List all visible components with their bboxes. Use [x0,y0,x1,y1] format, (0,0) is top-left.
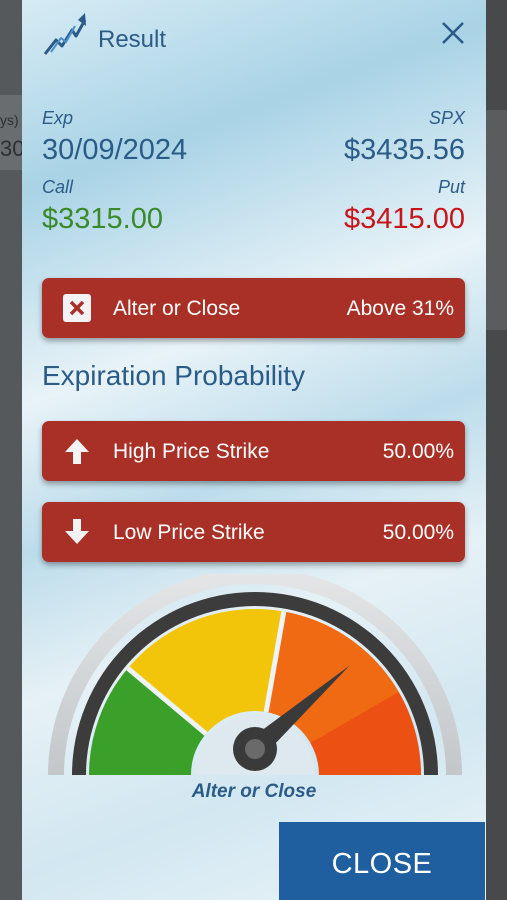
exp-label: Exp [42,108,74,128]
low-price-strike-button[interactable]: Low Price Strike 50.00% [42,502,465,562]
result-dialog: Result Exp 30/09/2024 SPX $3435.56 Call … [22,0,486,900]
gauge-needle-cap [245,739,265,759]
close-button[interactable]: CLOSE [279,822,485,900]
alter-or-close-button[interactable]: Alter or Close Above 31% [42,278,465,338]
background-panel [486,110,507,330]
call-label: Call [42,177,74,197]
x-box-icon [63,294,91,322]
arrow-up-icon [65,439,89,464]
spx-value: $3435.56 [344,134,465,166]
dialog-title: Result [98,26,167,53]
background-text: 30 [0,136,25,161]
close-icon[interactable] [440,20,466,46]
low-price-strike-label: Low Price Strike [113,521,265,544]
gauge-label: Alter or Close [191,781,317,802]
dialog-header: Result [22,0,486,80]
high-price-strike-button[interactable]: High Price Strike 50.00% [42,421,465,481]
background-text: ys) [0,112,19,128]
trend-arrow-logo-icon [43,13,87,55]
background-app-left: ys) 30 [0,0,25,900]
high-price-strike-value: 50.00% [382,440,454,463]
exp-value: 30/09/2024 [42,134,188,166]
status-value: Above 31% [346,297,454,320]
low-price-strike-value: 50.00% [382,521,454,544]
put-label: Put [437,177,465,197]
probability-gauge [48,574,462,775]
call-value: $3315.00 [42,203,163,235]
expiration-probability-title: Expiration Probability [42,360,306,391]
arrow-down-icon [65,519,89,544]
spx-label: SPX [428,108,465,128]
status-label: Alter or Close [113,297,241,320]
background-app-right [486,0,507,900]
put-value: $3415.00 [344,203,465,235]
high-price-strike-label: High Price Strike [113,440,270,463]
